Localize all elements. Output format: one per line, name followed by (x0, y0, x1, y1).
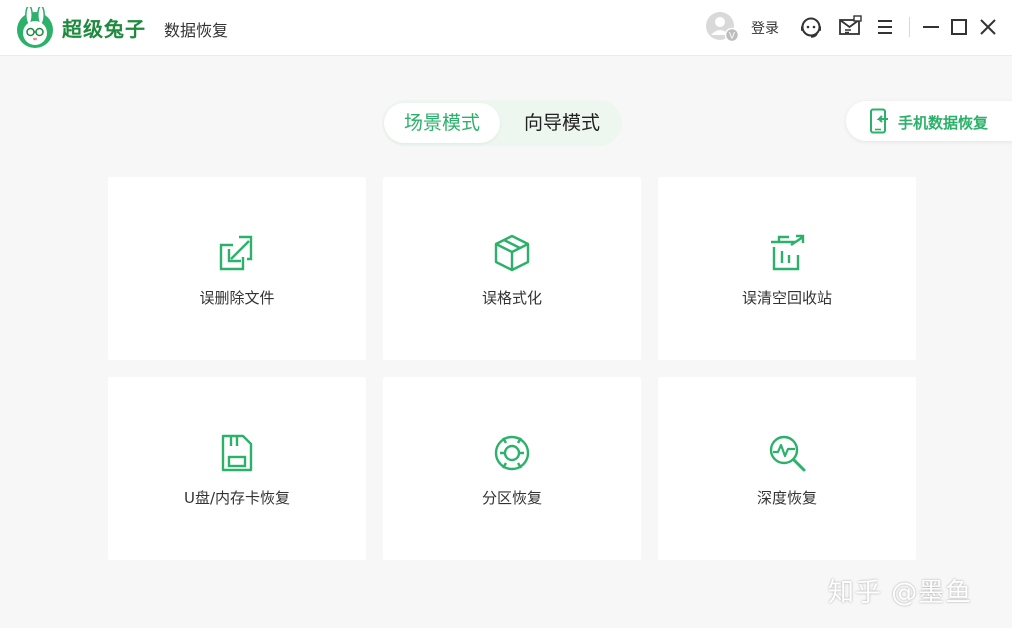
login-link[interactable]: 登录 (751, 18, 779, 38)
card-formatted[interactable]: 误格式化 (383, 177, 641, 360)
card-deep-recovery[interactable]: 深度恢复 (658, 377, 916, 560)
maximize-icon[interactable] (946, 14, 972, 40)
user-avatar-icon[interactable]: V (705, 11, 741, 43)
app-window: 超级兔子 数据恢复 V 登录 场景模式 向导模式 手机数据恢复 误删除文件 误格… (0, 0, 1012, 628)
box-icon (494, 234, 530, 272)
menu-icon[interactable] (872, 14, 898, 40)
deep-scan-icon (769, 435, 806, 472)
rabbit-logo-icon (17, 7, 53, 48)
avatar-vip-badge: V (729, 32, 736, 42)
card-recycle-bin[interactable]: 误清空回收站 (658, 177, 916, 360)
message-icon[interactable] (837, 14, 863, 40)
phone-transfer-icon (870, 108, 888, 134)
card-usb-sd-recovery[interactable]: U盘/内存卡恢复 (108, 377, 366, 560)
tab-wizard-mode[interactable]: 向导模式 (506, 103, 618, 143)
card-label: 深度恢复 (756, 489, 817, 507)
watermark: 知乎 @墨鱼 (828, 578, 973, 608)
app-name: 数据恢复 (164, 21, 229, 40)
close-icon[interactable] (975, 14, 1001, 40)
card-label: 误格式化 (481, 289, 542, 307)
card-label: 误删除文件 (199, 289, 275, 307)
recycle-bin-icon (771, 234, 805, 271)
brand-name: 超级兔子 (62, 17, 146, 41)
card-deleted-files[interactable]: 误删除文件 (108, 177, 366, 360)
restore-file-icon (219, 235, 253, 271)
card-label: 分区恢复 (481, 489, 542, 507)
mode-switch: 场景模式 向导模式 (382, 100, 622, 146)
customer-service-icon[interactable] (798, 14, 824, 40)
card-partition-recovery[interactable]: 分区恢复 (383, 377, 641, 560)
sd-card-icon (221, 434, 253, 472)
title-bar: 超级兔子 数据恢复 V 登录 (0, 0, 1012, 56)
titlebar-divider (909, 17, 910, 37)
card-label: 误清空回收站 (741, 289, 832, 307)
partition-icon (494, 435, 530, 471)
phone-recovery-label: 手机数据恢复 (898, 114, 989, 132)
phone-recovery-button[interactable]: 手机数据恢复 (846, 101, 1012, 141)
card-label: U盘/内存卡恢复 (183, 489, 291, 507)
tab-scene-mode[interactable]: 场景模式 (384, 103, 500, 143)
minimize-icon[interactable] (918, 14, 944, 40)
